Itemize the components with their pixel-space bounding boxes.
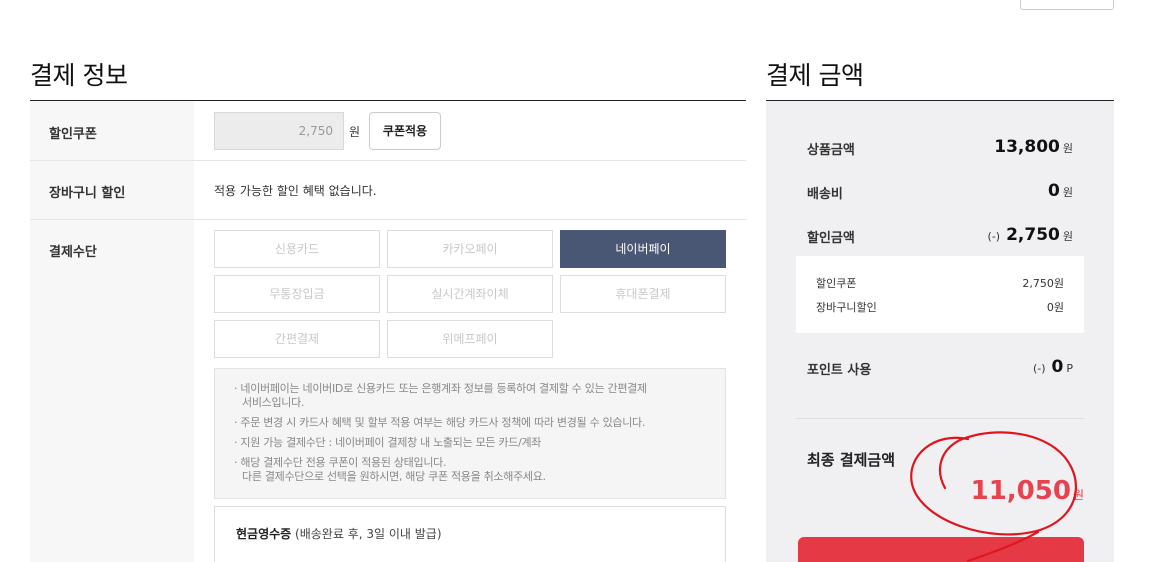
won-unit: 원	[349, 125, 361, 139]
discount-row: 할인금액 (-) 2,750 원	[807, 225, 1073, 246]
amount-summary-panel: 상품금액 13,800 원 배송비 0원 할인금액 (-) 2,750 원 할인쿠폰 …	[766, 101, 1114, 562]
coupon-amount-field: 2,750	[214, 112, 344, 150]
method-kakaopay[interactable]: 카카오페이	[387, 230, 553, 268]
checkout-page: 결제 정보 할인쿠폰 2,750 원 쿠폰적용 장바구니 할인 적용 가능한 할…	[0, 0, 1163, 562]
top-right-button[interactable]	[1020, 0, 1114, 10]
summary-divider	[796, 418, 1084, 419]
method-credit-card[interactable]: 신용카드	[214, 230, 380, 268]
method-wemakeprice-pay[interactable]: 위메프페이	[387, 320, 553, 358]
method-naverpay[interactable]: 네이버페이	[560, 230, 726, 268]
shipping-row: 배송비 0원	[807, 181, 1073, 202]
notice-line: · 해당 결제수단 전용 쿠폰이 적용된 상태입니다. 다른 결제수단으로 선택을…	[234, 456, 546, 483]
method-realtime-transfer[interactable]: 실시간계좌이체	[387, 275, 553, 313]
notice-line: · 네이버페이는 네이버ID로 신용카드 또는 은행계좌 정보를 등록하여 결제…	[234, 382, 647, 409]
notice-line: · 지원 가능 결제수단 : 네이버페이 결제창 내 노출되는 모든 카드/계좌	[234, 436, 542, 449]
discount-detail-box: 할인쿠폰 2,750원 장바구니할인 0원	[796, 256, 1084, 333]
pay-button[interactable]	[798, 537, 1084, 562]
cart-discount-row: 장바구니 할인 적용 가능한 할인 혜택 없습니다.	[30, 161, 746, 220]
coupon-row: 할인쿠폰 2,750 원 쿠폰적용	[30, 101, 746, 161]
payment-method-label: 결제수단	[30, 220, 194, 562]
detail-coupon-row: 할인쿠폰 2,750원	[816, 277, 1064, 290]
method-mobile-payment[interactable]: 휴대폰결제	[560, 275, 726, 313]
cart-discount-text: 적용 가능한 할인 혜택 없습니다.	[214, 184, 377, 198]
cash-receipt-title: 현금영수증	[236, 527, 292, 541]
payment-info-title: 결제 정보	[30, 61, 128, 90]
final-amount-label: 최종 결제금액	[807, 451, 896, 469]
apply-coupon-button[interactable]: 쿠폰적용	[369, 112, 441, 150]
notice-line: · 주문 변경 시 카드사 혜택 및 할부 적용 여부는 해당 카드사 정책에 …	[234, 416, 646, 429]
method-bank-deposit[interactable]: 무통장입금	[214, 275, 380, 313]
method-simple-pay[interactable]: 간편결제	[214, 320, 380, 358]
points-row: 포인트 사용 (-) 0 P	[807, 357, 1073, 378]
coupon-label: 할인쿠폰	[30, 101, 194, 160]
payment-notice-box: · 네이버페이는 네이버ID로 신용카드 또는 은행계좌 정보를 등록하여 결제…	[214, 368, 726, 499]
detail-cart-row: 장바구니할인 0원	[816, 301, 1064, 314]
cart-discount-label: 장바구니 할인	[30, 161, 194, 219]
payment-method-row: 결제수단 신용카드 카카오페이 네이버페이 무통장입금 실시간계좌이체 휴대폰결…	[30, 220, 746, 562]
final-amount-value: 11,050 원	[970, 476, 1084, 506]
cash-receipt-box[interactable]: 현금영수증 (배송완료 후, 3일 이내 발급)	[214, 506, 726, 562]
payment-amount-title: 결제 금액	[766, 61, 864, 90]
cash-receipt-note: (배송완료 후, 3일 이내 발급)	[295, 527, 442, 541]
product-amount-row: 상품금액 13,800 원	[807, 137, 1073, 158]
